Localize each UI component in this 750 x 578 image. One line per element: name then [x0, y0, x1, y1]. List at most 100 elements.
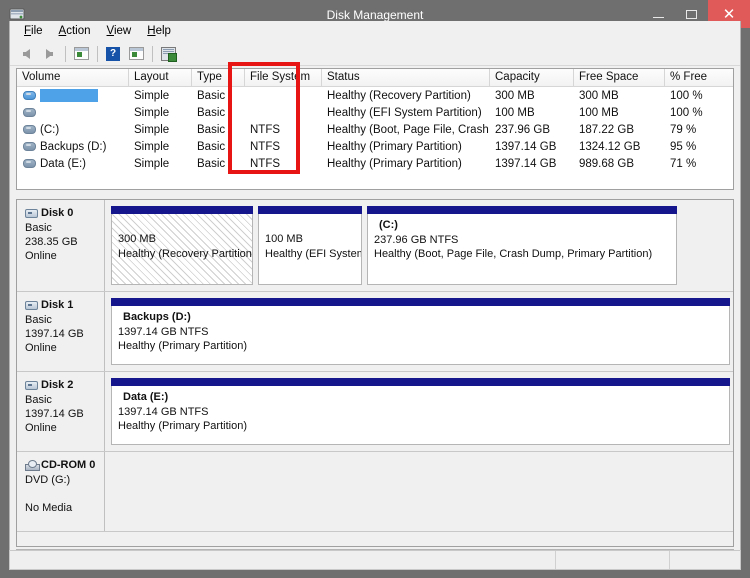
partition-details: Data (E:) 1397.14 GB NTFS Healthy (Primary…: [111, 386, 730, 445]
partition-name: Data (E:): [123, 391, 169, 403]
partition[interactable]: Backups (D:) 1397.14 GB NTFS Healthy (Prim…: [111, 298, 730, 365]
disk-partitions: 300 MB Healthy (Recovery Partition) 100 MB…: [105, 200, 733, 291]
volume-list[interactable]: Volume Layout Type File System Status Capacit…: [16, 68, 734, 190]
column-header-type[interactable]: Type: [192, 69, 245, 86]
volume-label: Data (E:): [40, 157, 87, 170]
cell-volume: Backups (D:): [17, 139, 129, 155]
menu-item-action[interactable]: Action: [51, 23, 99, 39]
cell-file-system: NTFS: [250, 123, 281, 136]
disk-row-cd-rom-0[interactable]: CD-ROM 0 DVD (G:) No Media: [17, 452, 733, 532]
cell-percent-free: 71 %: [670, 157, 697, 170]
disk-info-panel[interactable]: Disk 2 Basic 1397.14 GB Online: [17, 372, 105, 451]
column-header-file-system[interactable]: File System: [245, 69, 322, 86]
cd-rom-icon: [25, 459, 40, 471]
volume-label: (C:): [40, 123, 60, 136]
cell-percent-free: 100 %: [670, 89, 703, 102]
toolbar-separator: [152, 45, 153, 62]
disk-row-disk-1[interactable]: Disk 1 Basic 1397.14 GB Online Backups (D:) 1…: [17, 292, 733, 372]
volume-row[interactable]: Backups (D:) Simple Basic NTFS Healthy (Prim…: [17, 138, 733, 155]
volume-row[interactable]: (C:) Simple Basic NTFS Healthy (Boot, Page F…: [17, 121, 733, 138]
disk-state: Online: [25, 250, 57, 262]
cell-layout: Simple: [134, 157, 170, 170]
cell-status: Healthy (Recovery Partition): [327, 89, 471, 102]
hard-disk-icon: [25, 380, 38, 390]
back-icon[interactable]: [15, 44, 37, 64]
partition-size: 237.96 GB NTFS: [374, 233, 459, 246]
disk-state: Online: [25, 342, 57, 354]
cell-capacity: 100 MB: [495, 106, 535, 119]
menu-item-help[interactable]: Help: [139, 23, 179, 39]
volume-icon: [23, 91, 36, 100]
status-pane-1: [10, 551, 556, 569]
disk-state: No Media: [25, 502, 73, 514]
partition-status: Healthy (Recovery Partition): [118, 247, 253, 260]
cell-capacity: 300 MB: [495, 89, 535, 102]
disk-size: 238.35 GB: [25, 236, 78, 248]
disk-partitions: [105, 452, 733, 531]
column-header-capacity[interactable]: Capacity: [490, 69, 574, 86]
disk-row-disk-2[interactable]: Disk 2 Basic 1397.14 GB Online Data (E:) 1397…: [17, 372, 733, 452]
menu-bar: File Action View Help: [10, 21, 740, 42]
partition-color-bar: [111, 206, 253, 214]
cell-free-space: 187.22 GB: [579, 123, 634, 136]
volume-label: Backups (D:): [40, 140, 107, 153]
partition-size: 300 MB: [118, 233, 156, 245]
column-header-status[interactable]: Status: [322, 69, 490, 86]
show-hide-console-tree-icon[interactable]: [70, 44, 92, 64]
cell-percent-free: 79 %: [670, 123, 697, 136]
cell-capacity: 1397.14 GB: [495, 140, 557, 153]
status-pane-2: [556, 551, 670, 569]
partition-status: Healthy (Primary Partition): [118, 420, 247, 432]
disk-info-panel[interactable]: Disk 1 Basic 1397.14 GB Online: [17, 292, 105, 371]
volume-icon: [23, 142, 36, 151]
partition-color-bar: [258, 206, 362, 214]
help-icon[interactable]: ?: [102, 44, 124, 64]
volume-list-header: Volume Layout Type File System Status Capacit…: [17, 69, 733, 87]
show-hide-action-pane-icon[interactable]: [125, 44, 147, 64]
partition-name: Backups (D:): [123, 311, 191, 323]
partition-color-bar: [367, 206, 677, 214]
volume-icon: [23, 159, 36, 168]
column-header-volume[interactable]: Volume: [17, 69, 129, 86]
volume-row[interactable]: Simple Basic Healthy (EFI System Partition…: [17, 104, 733, 121]
partition-name: (C:): [379, 219, 398, 231]
menu-item-file[interactable]: File: [16, 23, 51, 39]
volume-row[interactable]: Simple Basic Healthy (Recovery Partition) 3…: [17, 87, 733, 104]
partition-details: 100 MB Healthy (EFI System Par: [258, 214, 362, 285]
column-header-layout[interactable]: Layout: [129, 69, 192, 86]
partition[interactable]: 300 MB Healthy (Recovery Partition): [111, 206, 253, 285]
cell-volume: [17, 89, 129, 102]
volume-row[interactable]: Data (E:) Simple Basic NTFS Healthy (Primary…: [17, 155, 733, 172]
column-header-free-space[interactable]: Free Space: [574, 69, 665, 86]
cell-layout: Simple: [134, 123, 170, 136]
disk-row-disk-0[interactable]: Disk 0 Basic 238.35 GB Online 300 MB Healthy …: [17, 200, 733, 292]
cell-layout: Simple: [134, 89, 170, 102]
volume-label-redacted: [40, 89, 98, 102]
partition[interactable]: 100 MB Healthy (EFI System Par: [258, 206, 362, 285]
status-pane-3: [670, 551, 740, 569]
hard-disk-icon: [25, 300, 38, 310]
partition-status: Healthy (Primary Partition): [118, 340, 247, 352]
column-header-free[interactable]: % Free: [665, 69, 733, 86]
disk-info-panel[interactable]: CD-ROM 0 DVD (G:) No Media: [17, 452, 105, 531]
cell-layout: Simple: [134, 140, 170, 153]
disk-type: Basic: [25, 394, 52, 406]
cell-free-space: 989.68 GB: [579, 157, 634, 170]
forward-icon[interactable]: [38, 44, 60, 64]
cell-free-space: 300 MB: [579, 89, 619, 102]
disk-graphical-view: Disk 0 Basic 238.35 GB Online 300 MB Healthy …: [16, 199, 734, 547]
partition-status: Healthy (EFI System Par: [265, 247, 361, 260]
disk-type: DVD (G:): [25, 474, 71, 486]
cell-capacity: 1397.14 GB: [495, 157, 557, 170]
partition-size: 1397.14 GB NTFS: [118, 405, 209, 418]
disk-name-row: CD-ROM 0: [25, 458, 104, 472]
close-icon: ✕: [722, 4, 736, 23]
rescan-disks-icon[interactable]: [157, 44, 179, 64]
cell-volume: Data (E:): [17, 156, 129, 172]
cell-type: Basic: [197, 89, 226, 102]
partition[interactable]: Data (E:) 1397.14 GB NTFS Healthy (Primary…: [111, 378, 730, 445]
disk-info-panel[interactable]: Disk 0 Basic 238.35 GB Online: [17, 200, 105, 291]
menu-item-view[interactable]: View: [99, 23, 140, 39]
partition[interactable]: (C:) 237.96 GB NTFS Healthy (Boot, Page Fi…: [367, 206, 677, 285]
disk-size: 1397.14 GB: [25, 328, 84, 340]
